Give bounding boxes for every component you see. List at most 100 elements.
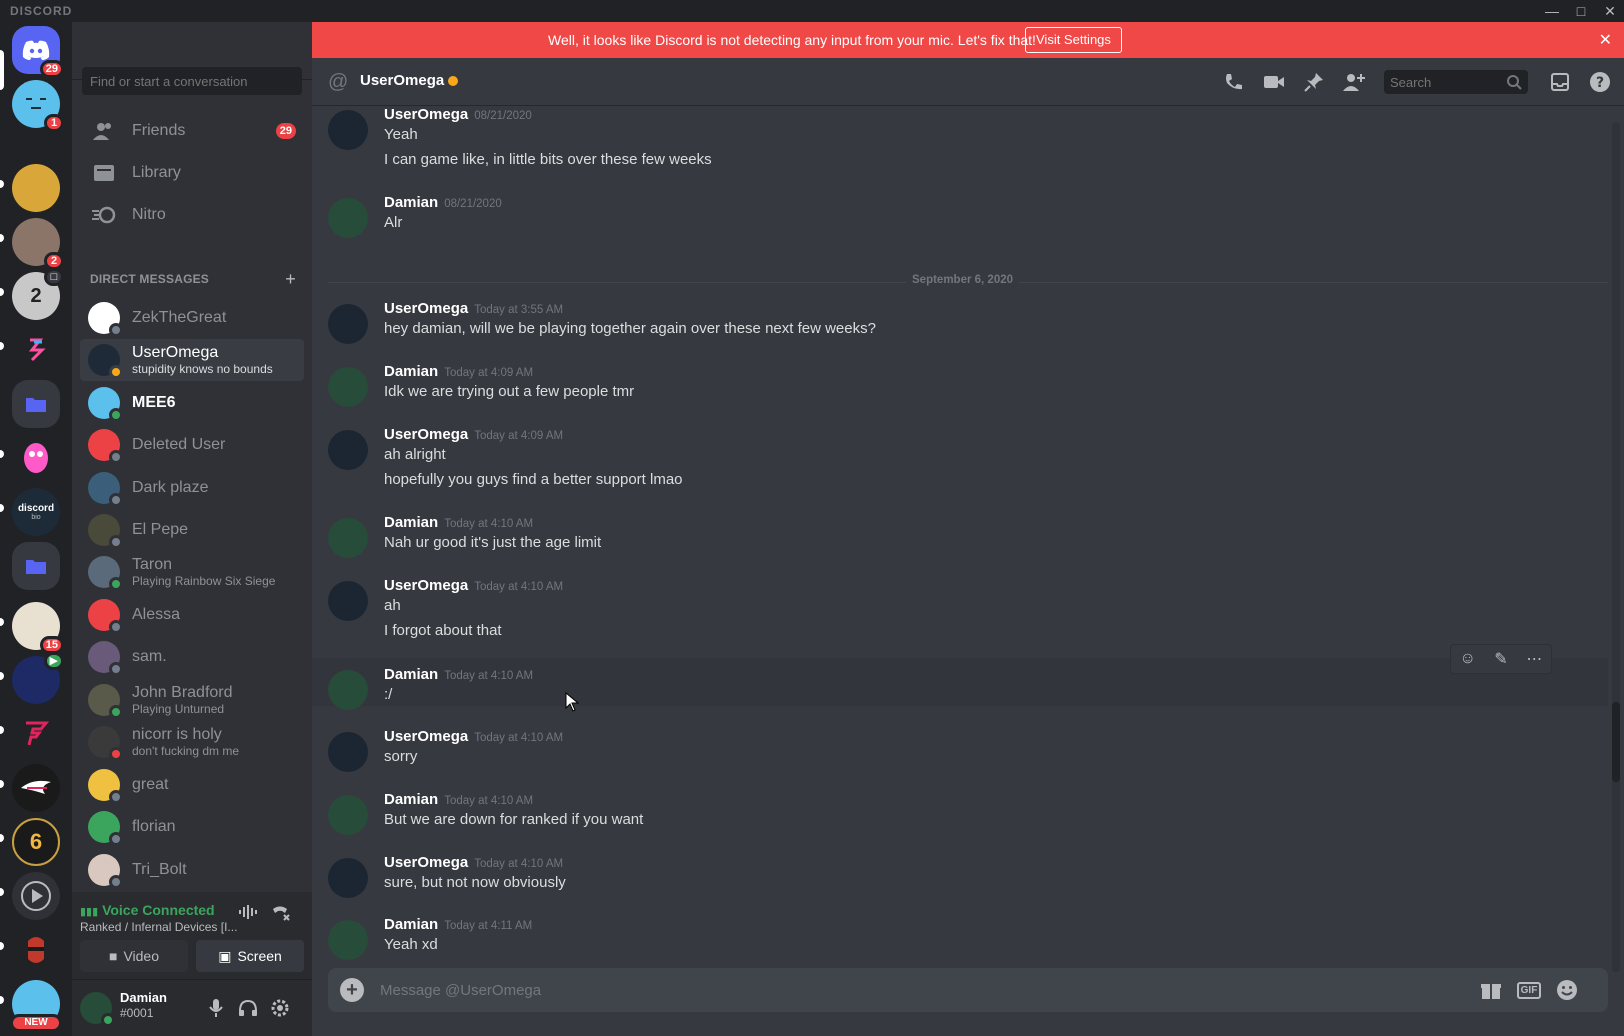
close-icon[interactable]: ✕: [1597, 2, 1623, 20]
guild-infernal-devices[interactable]: ▶: [12, 652, 64, 704]
conversation-search-input[interactable]: [82, 67, 302, 95]
message[interactable]: Damian Today at 4:10 AM:/ ☺ ✎ ⋯: [312, 644, 1608, 710]
screen-share-button[interactable]: ▣ Screen: [196, 940, 304, 972]
message[interactable]: Damian Today at 4:11 AM Yeah xd: [328, 916, 1608, 960]
message-author[interactable]: UserOmega: [384, 577, 468, 594]
create-dm-icon[interactable]: +: [285, 269, 296, 290]
guild-server-3[interactable]: [12, 164, 60, 212]
voice-call-icon[interactable]: [1222, 70, 1246, 94]
nav-friends[interactable]: Friends 29: [80, 110, 304, 152]
minimize-icon[interactable]: —: [1539, 2, 1565, 20]
dm-item[interactable]: Taron Playing Rainbow Six Siege: [80, 551, 304, 593]
guild-folder-2[interactable]: [12, 542, 60, 590]
chat-search[interactable]: [1384, 70, 1528, 94]
message-author[interactable]: Damian: [384, 194, 438, 211]
add-friend-icon[interactable]: [1342, 70, 1366, 94]
message[interactable]: Damian Today at 4:09 AM Idk we are trying …: [328, 363, 1608, 407]
message[interactable]: Damian 08/21/2020 Alr: [328, 194, 1608, 238]
voice-channel-label[interactable]: Ranked / Infernal Devices [I...: [80, 920, 237, 934]
disconnect-icon[interactable]: [268, 900, 292, 924]
message[interactable]: Damian Today at 4:10 AM But we are down fo…: [328, 791, 1608, 835]
edit-icon[interactable]: ✎: [1484, 645, 1517, 673]
headphones-icon[interactable]: [236, 996, 260, 1020]
guild-server-5[interactable]: 2 □: [12, 268, 64, 320]
message-avatar[interactable]: [328, 367, 368, 407]
message-author[interactable]: Damian: [384, 916, 438, 933]
message-avatar[interactable]: [328, 732, 368, 772]
message[interactable]: UserOmega Today at 4:10 AM ah I forgot abou…: [328, 577, 1608, 646]
message-author[interactable]: Damian: [384, 791, 438, 808]
gif-button[interactable]: GIF: [1516, 978, 1542, 1002]
message-avatar[interactable]: [328, 795, 368, 835]
dm-item[interactable]: ZekTheGreat: [80, 297, 304, 339]
dm-item[interactable]: sam.: [80, 636, 304, 678]
add-reaction-icon[interactable]: ☺: [1451, 645, 1484, 673]
home-button[interactable]: 29: [12, 26, 64, 78]
guild-server-17[interactable]: [12, 926, 60, 974]
nav-nitro[interactable]: Nitro: [80, 194, 304, 236]
guild-server-11[interactable]: 15: [12, 602, 64, 654]
message-avatar[interactable]: [328, 920, 368, 960]
guild-server-6[interactable]: [12, 326, 60, 374]
message-author[interactable]: UserOmega: [384, 728, 468, 745]
guild-server-4[interactable]: 2: [12, 218, 64, 270]
message-avatar[interactable]: [328, 858, 368, 898]
guild-new[interactable]: NEW: [10, 980, 62, 1032]
guild-folder[interactable]: [12, 380, 60, 428]
scrollbar-thumb[interactable]: [1612, 702, 1620, 782]
gift-icon[interactable]: [1478, 978, 1504, 1002]
maximize-icon[interactable]: □: [1568, 2, 1594, 20]
guild-mee6[interactable]: 1: [12, 80, 64, 132]
message[interactable]: UserOmega Today at 4:10 AM sorry: [328, 728, 1608, 772]
message[interactable]: UserOmega 08/21/2020 Yeah I can game like, …: [328, 106, 1608, 175]
message[interactable]: UserOmega Today at 3:55 AM hey damian, wil…: [328, 300, 1608, 344]
message-avatar[interactable]: [328, 518, 368, 558]
message[interactable]: UserOmega Today at 4:09 AM ah alright hopef…: [328, 426, 1608, 495]
video-call-icon[interactable]: [1262, 70, 1286, 94]
dm-item[interactable]: Deleted User: [80, 424, 304, 466]
dm-item[interactable]: great: [80, 764, 304, 806]
message-avatar[interactable]: [328, 110, 368, 150]
guild-server-14[interactable]: [12, 764, 60, 812]
more-icon[interactable]: ⋯: [1518, 645, 1551, 673]
message-author[interactable]: Damian: [384, 514, 438, 531]
message-avatar[interactable]: [328, 304, 368, 344]
message[interactable]: Damian Today at 4:10 AM Nah ur good it's j…: [328, 514, 1608, 558]
guild-server-15[interactable]: 6: [12, 818, 60, 866]
noise-suppression-icon[interactable]: [236, 900, 260, 924]
message-author[interactable]: UserOmega: [384, 300, 468, 317]
upload-icon[interactable]: +: [340, 978, 364, 1002]
dm-item[interactable]: El Pepe: [80, 509, 304, 551]
message-avatar[interactable]: [328, 198, 368, 238]
message-author[interactable]: Damian: [384, 666, 438, 683]
help-icon[interactable]: ?: [1588, 70, 1612, 94]
video-button[interactable]: ■ Video: [80, 940, 188, 972]
message-avatar[interactable]: [328, 670, 368, 710]
dm-item[interactable]: John Bradford Playing Unturned: [80, 679, 304, 721]
message-author[interactable]: Damian: [384, 363, 438, 380]
message-avatar[interactable]: [328, 430, 368, 470]
guild-server-16[interactable]: [12, 872, 60, 920]
chat-search-input[interactable]: [1384, 70, 1504, 94]
dm-item[interactable]: Dark plaze: [80, 467, 304, 509]
guild-server-8[interactable]: [12, 434, 60, 482]
message-input[interactable]: [380, 978, 1450, 1002]
message-author[interactable]: UserOmega: [384, 854, 468, 871]
dm-item[interactable]: Alessa: [80, 594, 304, 636]
emoji-icon[interactable]: [1554, 978, 1580, 1002]
dm-item[interactable]: Tri_Bolt: [80, 849, 304, 891]
message[interactable]: UserOmega Today at 4:10 AM sure, but not n…: [328, 854, 1608, 898]
pin-icon[interactable]: [1302, 70, 1326, 94]
scrollbar-track[interactable]: [1612, 122, 1620, 972]
avatar[interactable]: [80, 992, 115, 1027]
message-avatar[interactable]: [328, 581, 368, 621]
nav-library[interactable]: Library: [80, 152, 304, 194]
dm-item[interactable]: MEE6: [80, 382, 304, 424]
microphone-icon[interactable]: [204, 996, 228, 1020]
visit-settings-button[interactable]: Visit Settings: [1025, 27, 1122, 53]
message-author[interactable]: UserOmega: [384, 106, 468, 123]
inbox-icon[interactable]: [1548, 70, 1572, 94]
guild-server-13[interactable]: [12, 710, 60, 758]
dm-item[interactable]: florian: [80, 806, 304, 848]
dm-item[interactable]: UserOmega stupidity knows no bounds: [80, 339, 304, 381]
